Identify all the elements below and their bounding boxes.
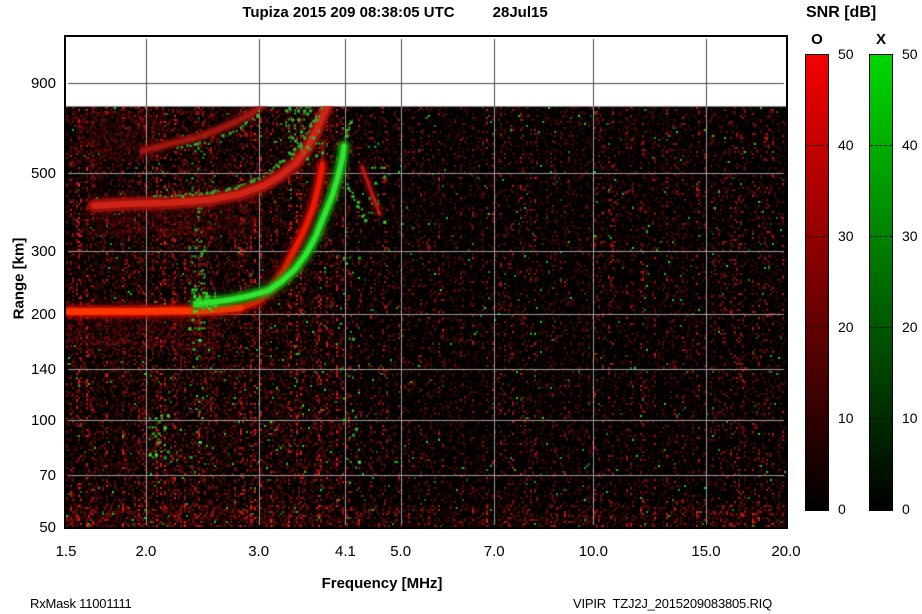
x-tick-label: 1.5 bbox=[55, 543, 77, 560]
y-tick-label: 200 bbox=[30, 305, 56, 323]
y-axis-title: Range [km] bbox=[10, 237, 28, 320]
y-tick-label: 70 bbox=[39, 467, 56, 485]
rxmask-label: RxMask 11001111 bbox=[30, 596, 132, 611]
colorbar-tick-label: 50 bbox=[902, 46, 918, 62]
y-tick-label: 900 bbox=[30, 74, 56, 92]
x-tick-label: 2.0 bbox=[135, 543, 157, 560]
colorbar-tick-label: 30 bbox=[902, 228, 918, 244]
x-tick-label: 4.1 bbox=[335, 543, 356, 560]
colorbar-tick-label: 30 bbox=[838, 228, 854, 244]
x-axis-title: Frequency [MHz] bbox=[321, 575, 443, 592]
colorbar-tick-dash bbox=[870, 236, 892, 237]
y-tick-label: 50 bbox=[39, 519, 56, 536]
ionogram-page: Tupiza 2015 209 08:38:05 UTC 28Jul15 SNR … bbox=[0, 0, 922, 614]
colorbar-title: SNR [dB] bbox=[806, 4, 877, 21]
x-tick-label: 3.0 bbox=[248, 543, 270, 560]
colorbar-tick-label: 40 bbox=[902, 137, 918, 153]
y-tick-label: 100 bbox=[30, 412, 56, 430]
colorbar-tick-dash bbox=[806, 145, 828, 146]
colorbar-tick-label: 50 bbox=[838, 46, 854, 62]
page-title: Tupiza 2015 209 08:38:05 UTC bbox=[242, 4, 455, 21]
x-tick-label: 15.0 bbox=[691, 543, 721, 560]
x-tick-label: 7.0 bbox=[483, 543, 505, 560]
colorbar-tick-dash bbox=[870, 418, 892, 419]
colorbar-tick-dash bbox=[806, 327, 828, 328]
y-tick-label: 500 bbox=[30, 164, 56, 182]
ionogram-plot bbox=[66, 37, 786, 527]
colorbar-tick-label: 0 bbox=[902, 501, 910, 517]
colorbar-tick-dash bbox=[870, 327, 892, 328]
x-tick-label: 5.0 bbox=[390, 543, 412, 560]
colorbar-tick-label: 40 bbox=[838, 137, 854, 153]
y-tick-label: 140 bbox=[30, 360, 56, 378]
o-colorbar bbox=[805, 54, 829, 511]
plot-title-row: Tupiza 2015 209 08:38:05 UTC 28Jul15 bbox=[0, 4, 790, 21]
colorbar-tick-dash bbox=[870, 145, 892, 146]
x-tick-label: 10.0 bbox=[578, 543, 608, 560]
data-file-label: VIPIR TZJ2J_2015209083805.RIQ bbox=[573, 596, 772, 611]
y-tick-label: 300 bbox=[30, 243, 56, 261]
colorbar-tick-dash bbox=[806, 418, 828, 419]
x-tick-label: 20.0 bbox=[771, 543, 801, 560]
colorbar-tick-label: 20 bbox=[838, 319, 854, 335]
date-label: 28Jul15 bbox=[492, 4, 548, 21]
colorbar-tick-label: 10 bbox=[902, 410, 918, 426]
colorbar-tick-label: 20 bbox=[902, 319, 918, 335]
x-colorbar bbox=[869, 54, 893, 511]
colorbar-tick-label: 10 bbox=[838, 410, 854, 426]
colorbar-tick-label: 0 bbox=[838, 501, 846, 517]
colorbar-tick-dash bbox=[806, 236, 828, 237]
x-mode-label: X bbox=[875, 31, 886, 48]
o-mode-label: O bbox=[811, 31, 823, 48]
